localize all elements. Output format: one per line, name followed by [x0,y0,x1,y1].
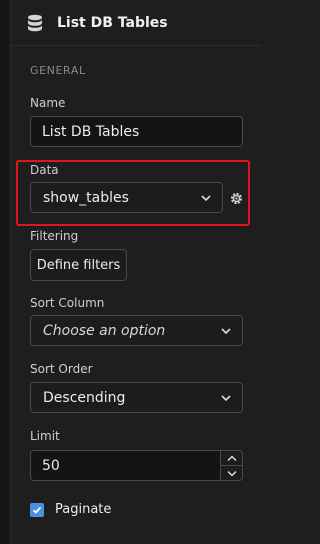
limit-increment-button[interactable] [220,450,243,466]
sort-column-placeholder: Choose an option [43,322,166,339]
gear-icon[interactable] [229,191,244,206]
section-label-general: GENERAL [30,64,86,77]
sort-order-select[interactable]: Descending [30,382,243,413]
data-select-value: show_tables [43,189,129,206]
panel-left-edge [0,0,11,544]
chevron-down-icon [201,195,211,202]
properties-panel: List DB Tables GENERAL Name List DB Tabl… [0,0,261,544]
sort-column-select[interactable]: Choose an option [30,315,243,346]
paginate-checkbox[interactable] [30,503,44,517]
limit-input-value: 50 [42,457,60,474]
chevron-down-icon [221,328,231,335]
limit-label: Limit [30,429,60,443]
sort-order-label: Sort Order [30,362,93,376]
chevron-up-icon [226,454,237,461]
limit-input[interactable]: 50 [30,450,221,481]
limit-decrement-button[interactable] [220,465,243,481]
data-select[interactable]: show_tables [30,182,223,213]
define-filters-button[interactable]: Define filters [30,249,127,281]
filtering-label: Filtering [30,229,79,243]
name-input[interactable]: List DB Tables [30,116,243,147]
sort-order-value: Descending [43,389,126,406]
checkmark-icon [32,506,42,514]
sort-column-label: Sort Column [30,296,105,310]
name-input-value: List DB Tables [42,123,140,140]
panel-header: List DB Tables [11,0,261,46]
data-label: Data [30,163,59,177]
database-icon [28,14,42,32]
name-label: Name [30,96,66,110]
chevron-down-icon [226,470,237,477]
panel-title: List DB Tables [57,15,168,31]
chevron-down-icon [221,395,231,402]
paginate-label[interactable]: Paginate [55,502,111,517]
